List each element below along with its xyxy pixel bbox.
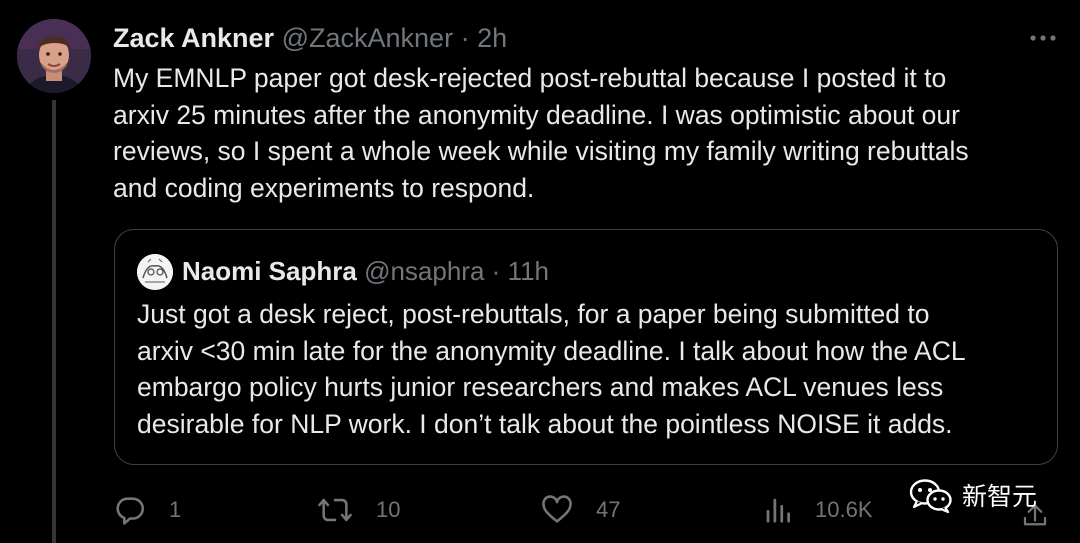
header-separator: ·: [460, 23, 470, 53]
more-horizontal-icon: [1030, 35, 1056, 41]
wechat-icon: [909, 479, 952, 514]
quoted-tweet-header: Naomi Saphra @nsaphra · 11h: [182, 253, 549, 289]
like-count: 47: [596, 497, 621, 522]
quoted-header-separator: ·: [491, 256, 501, 286]
author-handle[interactable]: @ZackAnkner: [282, 23, 453, 53]
tweet: Zack Ankner @ZackAnkner · 2h My EMNLP pa…: [0, 0, 1080, 543]
thread-line: [52, 100, 56, 543]
author-display-name[interactable]: Zack Ankner: [113, 23, 274, 53]
like-button[interactable]: 47: [540, 488, 620, 532]
reply-count: 1: [169, 497, 182, 522]
views-icon: [766, 498, 790, 523]
quoted-author-display-name: Naomi Saphra: [182, 256, 357, 286]
tweet-text-line: reviews, so I spent a whole week while v…: [113, 136, 969, 166]
reply-button[interactable]: 1: [113, 488, 181, 532]
watermark: 新智元: [908, 474, 1037, 516]
quoted-tweet-text: Just got a desk reject, post-rebuttals, …: [137, 296, 1047, 442]
tweet-text-line: arxiv 25 minutes after the anonymity dea…: [113, 99, 960, 130]
views-button[interactable]: 10.6K: [763, 488, 873, 532]
author-avatar[interactable]: [17, 19, 91, 93]
quoted-text-line: arxiv <30 min late for the anonymity dea…: [137, 335, 966, 366]
quoted-text-line: Just got a desk reject, post-rebuttals, …: [137, 299, 930, 329]
quoted-text-line: desirable for NLP work. I don’t talk abo…: [137, 408, 953, 439]
retweet-count: 10: [376, 497, 401, 522]
quoted-author-handle: @nsaphra: [364, 256, 485, 286]
watermark-text: 新智元: [962, 482, 1038, 511]
heart-icon: [542, 495, 572, 523]
more-options-button[interactable]: [1025, 24, 1061, 52]
quoted-tweet-timestamp: 11h: [507, 256, 550, 286]
tweet-text-line: My EMNLP paper got desk-rejected post-re…: [113, 63, 947, 93]
tweet-text: My EMNLP paper got desk-rejected post-re…: [113, 60, 1063, 206]
reply-icon: [116, 497, 145, 525]
retweet-button[interactable]: 10: [316, 488, 400, 532]
tweet-header: Zack Ankner @ZackAnkner · 2h: [113, 20, 507, 56]
quoted-tweet[interactable]: Naomi Saphra @nsaphra · 11h Just got a d…: [114, 229, 1058, 465]
tweet-text-line: and coding experiments to respond.: [113, 172, 535, 203]
quoted-author-avatar: [137, 254, 173, 290]
views-count: 10.6K: [815, 497, 873, 522]
quoted-text-line: embargo policy hurts junior researchers …: [137, 372, 944, 402]
tweet-timestamp[interactable]: 2h: [477, 23, 507, 53]
retweet-icon: [318, 498, 352, 522]
